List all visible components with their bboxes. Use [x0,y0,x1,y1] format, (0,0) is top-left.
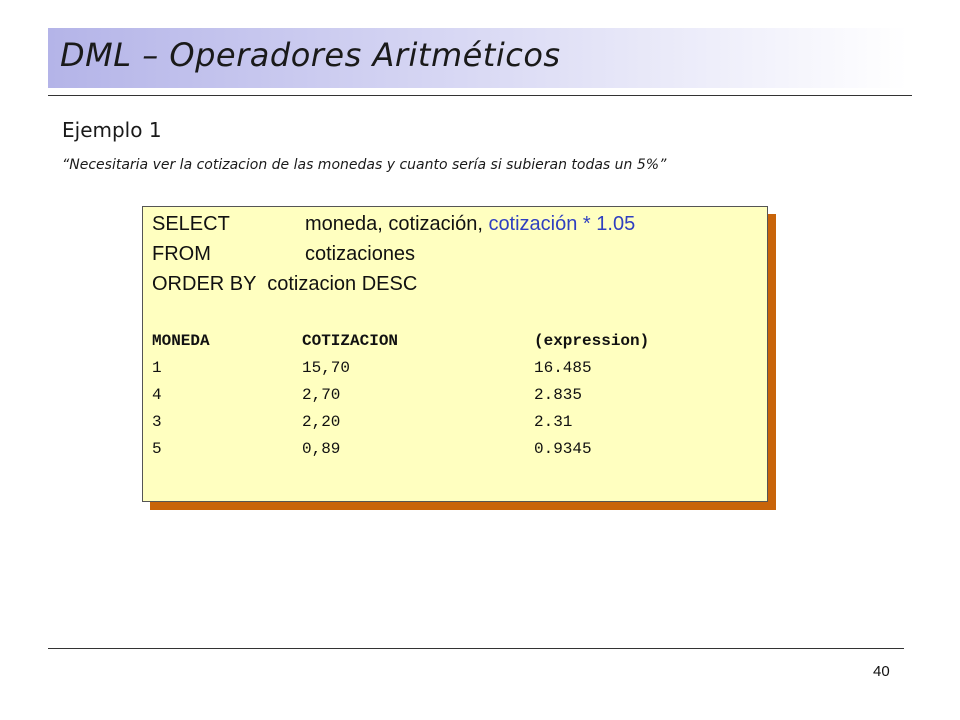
sql-order-by-line: ORDER BY cotizacion DESC [152,273,418,295]
result-header-cell: COTIZACION [302,332,399,350]
result-cell: 15,70 [302,359,351,377]
result-cell: 4 [152,386,162,404]
result-header-row: MONEDA COTIZACION (expression) [152,332,732,359]
result-header-cell: MONEDA [152,332,210,350]
footer-divider [48,648,904,649]
slide-title: DML – Operadores Aritméticos [60,36,561,74]
result-cell: 0.9345 [534,440,592,458]
sql-select-plain-columns: moneda, cotización, [305,213,489,235]
result-row: 4 2,70 2.835 [152,386,732,413]
example-heading: Ejemplo 1 [62,118,162,142]
sql-select-columns: moneda, cotización, cotización * 1.05 [305,213,635,236]
sql-from-table: cotizaciones [305,243,416,265]
sql-from-keyword: FROM [152,243,211,265]
example-quote: “Necesitaria ver la cotizacion de las mo… [62,157,667,173]
result-header-cell: (expression) [534,332,650,350]
result-cell: 2,20 [302,413,341,431]
result-cell: 2.31 [534,413,573,431]
result-row: 1 15,70 16.485 [152,359,732,386]
result-cell: 1 [152,359,162,377]
page-number: 40 [873,663,890,680]
result-cell: 3 [152,413,162,431]
result-row: 3 2,20 2.31 [152,413,732,440]
result-cell: 5 [152,440,162,458]
result-cell: 16.485 [534,359,592,377]
result-cell: 2.835 [534,386,583,404]
result-cell: 2,70 [302,386,341,404]
result-row: 5 0,89 0.9345 [152,440,732,467]
title-divider [48,95,912,96]
query-result-table: MONEDA COTIZACION (expression) 1 15,70 1… [152,332,732,467]
sql-computed-expression: cotización * 1.05 [488,213,636,235]
result-cell: 0,89 [302,440,341,458]
sql-select-keyword: SELECT [152,213,230,235]
